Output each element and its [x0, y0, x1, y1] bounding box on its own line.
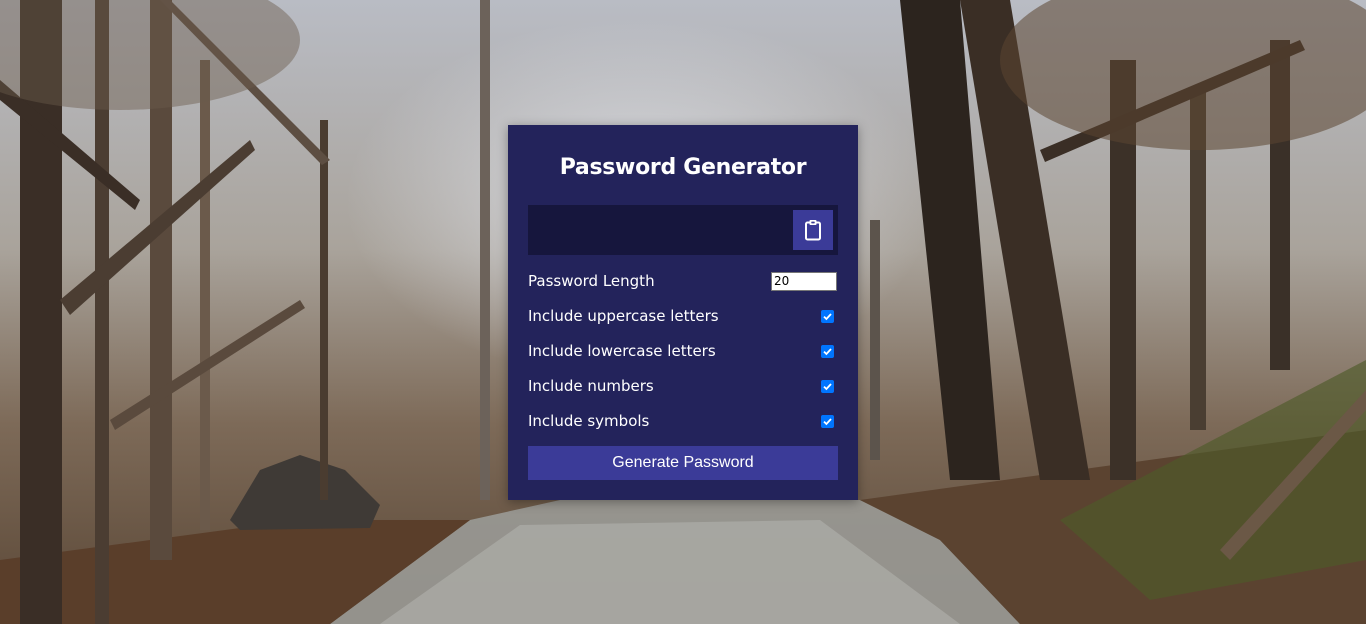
numbers-label: Include numbers — [528, 377, 654, 395]
check-icon — [823, 417, 832, 425]
length-label: Password Length — [528, 272, 655, 290]
generate-password-button[interactable]: Generate Password — [528, 446, 838, 480]
setting-lowercase: Include lowercase letters — [528, 340, 838, 362]
app-title: Password Generator — [559, 155, 807, 180]
lowercase-label: Include lowercase letters — [528, 342, 716, 360]
uppercase-label: Include uppercase letters — [528, 307, 719, 325]
uppercase-checkbox[interactable] — [821, 309, 834, 323]
check-icon — [823, 312, 832, 320]
length-input[interactable] — [771, 271, 837, 291]
setting-symbols: Include symbols — [528, 410, 838, 432]
setting-numbers: Include numbers — [528, 375, 838, 397]
password-generator-card: Password Generator Password Length Inclu… — [508, 125, 858, 500]
copy-to-clipboard-button[interactable] — [793, 210, 833, 250]
lowercase-checkbox[interactable] — [821, 344, 834, 358]
setting-uppercase: Include uppercase letters — [528, 305, 838, 327]
setting-length: Password Length — [528, 270, 838, 292]
check-icon — [823, 382, 832, 390]
clipboard-icon — [804, 219, 822, 241]
check-icon — [823, 347, 832, 355]
symbols-checkbox[interactable] — [821, 414, 834, 428]
password-result-box — [528, 205, 838, 255]
numbers-checkbox[interactable] — [821, 379, 834, 393]
symbols-label: Include symbols — [528, 412, 650, 430]
